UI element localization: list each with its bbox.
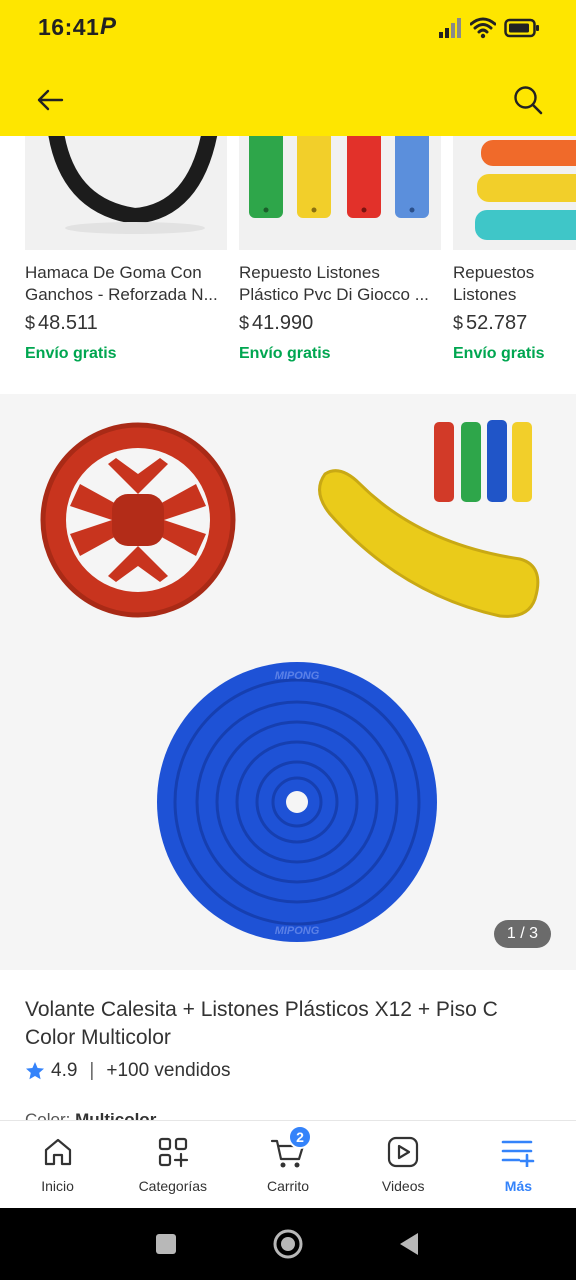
nav-item-categorias[interactable]: Categorías xyxy=(115,1121,230,1208)
red-wheel-graphic xyxy=(40,422,236,618)
product-image-gallery[interactable]: MIPONG MIPONG 1 / 3 xyxy=(0,394,576,970)
nav-item-mas[interactable]: Más xyxy=(461,1121,576,1208)
svg-text:MIPONG: MIPONG xyxy=(275,925,320,937)
image-counter-badge: 1 / 3 xyxy=(493,920,551,948)
separator: | xyxy=(89,1060,95,1081)
more-icon xyxy=(502,1140,535,1167)
home-icon xyxy=(44,1138,71,1166)
recents-button[interactable] xyxy=(150,1228,182,1260)
wifi-icon xyxy=(470,17,496,39)
rating-row[interactable]: 4.9 | +100 vendidos xyxy=(25,1060,231,1082)
product-title: Repuesto Listones Plástico Pvc Di Giocco… xyxy=(239,263,429,304)
cart-count-badge: 2 xyxy=(288,1125,312,1149)
nav-label: Videos xyxy=(381,1178,425,1194)
product-thumbnail xyxy=(453,136,576,250)
status-icons xyxy=(438,14,540,42)
nav-label: Inicio xyxy=(41,1178,74,1194)
search-icon xyxy=(514,86,543,115)
related-product-card[interactable]: Hamaca De Goma Con Ganchos - Reforzada N… xyxy=(25,136,227,376)
product-info: Volante Calesita + Listones Plásticos X1… xyxy=(0,970,576,1120)
page-content[interactable]: Hamaca De Goma Con Ganchos - Reforzada N… xyxy=(0,136,576,1120)
square-icon xyxy=(156,1234,176,1254)
video-icon xyxy=(388,1136,419,1168)
free-shipping-label: Envío gratis xyxy=(239,345,331,362)
product-thumbnail xyxy=(25,136,227,250)
product-thumbnail xyxy=(239,136,441,250)
home-system-button[interactable] xyxy=(272,1228,304,1260)
free-shipping-label: Envío gratis xyxy=(25,345,117,362)
colored-slats-graphic xyxy=(434,420,532,502)
back-system-button[interactable] xyxy=(394,1228,426,1260)
product-price: $48.511 xyxy=(25,312,98,334)
nav-label: Más xyxy=(504,1178,533,1194)
battery-icon xyxy=(504,18,539,38)
product-price: $52.787 xyxy=(453,312,528,334)
nav-item-carrito[interactable]: 2 Carrito xyxy=(230,1121,345,1208)
product-title: Hamaca De Goma Con Ganchos - Reforzada N… xyxy=(25,263,218,304)
categories-icon xyxy=(158,1137,188,1168)
nav-item-inicio[interactable]: Inicio xyxy=(0,1121,115,1208)
related-products-carousel[interactable]: Hamaca De Goma Con Ganchos - Reforzada N… xyxy=(0,136,576,394)
nav-label: Carrito xyxy=(267,1178,310,1194)
nav-label: Categorías xyxy=(138,1178,208,1194)
rating-value: 4.9 xyxy=(51,1060,78,1081)
status-time: 16:41 xyxy=(38,14,100,40)
signal-icon xyxy=(439,18,461,38)
circle-icon xyxy=(273,1229,303,1259)
nav-item-videos[interactable]: Videos xyxy=(346,1121,461,1208)
star-icon xyxy=(26,1062,44,1080)
top-header: 16:41 P xyxy=(0,0,576,136)
product-price: $41.990 xyxy=(239,312,314,334)
sold-count: +100 vendidos xyxy=(106,1060,231,1081)
search-button[interactable] xyxy=(508,80,548,120)
triangle-back-icon xyxy=(400,1233,418,1255)
bottom-navigation: Inicio Categorías 2 Carrito Videos Más xyxy=(0,1120,576,1208)
back-button[interactable] xyxy=(30,80,70,120)
related-product-card[interactable]: Repuesto Listones Plástico Pvc Di Giocco… xyxy=(239,136,441,376)
free-shipping-label: Envío gratis xyxy=(453,345,545,362)
related-product-card[interactable]: Repuestos Listones Hamaca Calesita $52.7… xyxy=(453,136,576,376)
arrow-left-icon xyxy=(37,89,64,111)
blue-disc-graphic: MIPONG MIPONG xyxy=(157,662,437,942)
product-title: Repuestos Listones Hamaca Calesita xyxy=(453,263,535,304)
app-indicator-icon: P xyxy=(100,13,117,40)
product-image: MIPONG MIPONG xyxy=(40,420,540,942)
color-selector-label: Color: Multicolor xyxy=(25,1110,157,1120)
android-navigation-bar xyxy=(0,1208,576,1280)
brand-text: MIPONG xyxy=(275,670,320,682)
product-title: Volante Calesita + Listones Plásticos X1… xyxy=(25,998,498,1049)
